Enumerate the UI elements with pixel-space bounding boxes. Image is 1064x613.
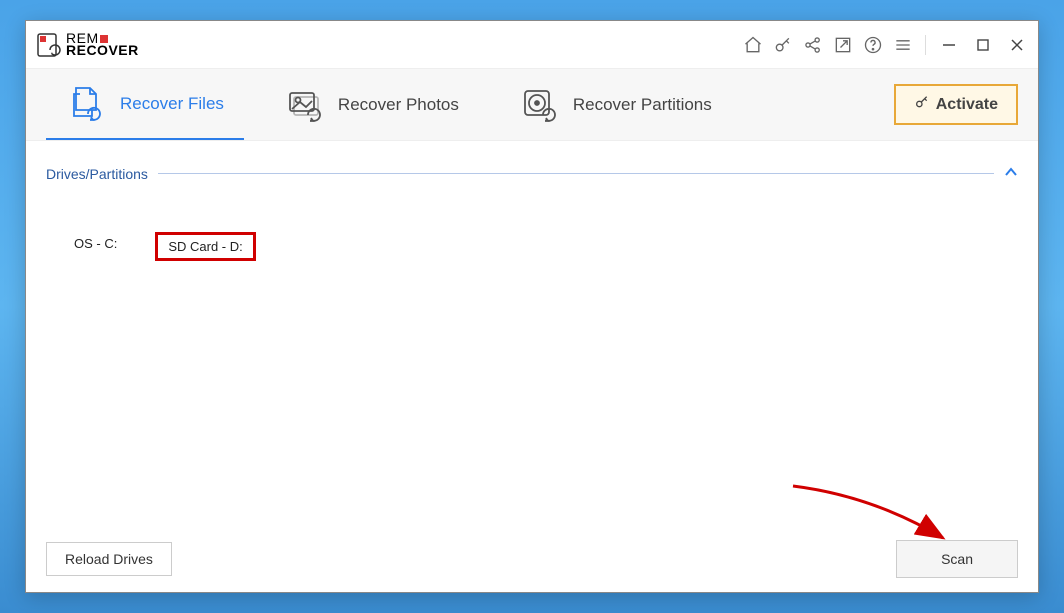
activate-label: Activate bbox=[936, 96, 998, 114]
drive-item-os-c[interactable]: OS - C: bbox=[66, 232, 125, 261]
logo-icon bbox=[36, 32, 62, 58]
tab-label: Recover Partitions bbox=[573, 95, 712, 115]
bottom-bar: Reload Drives Scan bbox=[46, 532, 1018, 578]
help-icon[interactable] bbox=[861, 33, 885, 57]
photos-icon bbox=[284, 85, 324, 125]
files-icon bbox=[66, 84, 106, 124]
drive-item-sd-card-d[interactable]: SD Card - D: bbox=[155, 232, 255, 261]
home-icon[interactable] bbox=[741, 33, 765, 57]
minimize-button[interactable] bbox=[938, 34, 960, 56]
key-icon[interactable] bbox=[771, 33, 795, 57]
content-area: Drives/Partitions OS - C: SD Card - D: bbox=[26, 141, 1038, 592]
close-button[interactable] bbox=[1006, 34, 1028, 56]
drives-list: OS - C: SD Card - D: bbox=[46, 232, 1018, 261]
divider bbox=[158, 173, 994, 174]
activate-button[interactable]: Activate bbox=[894, 84, 1018, 125]
app-logo: rem RECOVER bbox=[36, 32, 139, 58]
drive-label: OS - C: bbox=[74, 236, 117, 251]
button-label: Scan bbox=[941, 551, 973, 567]
scan-button[interactable]: Scan bbox=[896, 540, 1018, 578]
collapse-chevron-icon[interactable] bbox=[1004, 165, 1018, 182]
partitions-icon bbox=[519, 85, 559, 125]
share-icon[interactable] bbox=[801, 33, 825, 57]
titlebar: rem RECOVER bbox=[26, 21, 1038, 69]
section-header: Drives/Partitions bbox=[46, 165, 1018, 182]
key-icon bbox=[914, 94, 930, 115]
maximize-button[interactable] bbox=[972, 34, 994, 56]
toolbar-icons bbox=[741, 33, 930, 57]
logo-text: rem RECOVER bbox=[66, 33, 139, 57]
menu-icon[interactable] bbox=[891, 33, 915, 57]
tab-recover-files[interactable]: Recover Files bbox=[46, 69, 244, 140]
tab-label: Recover Files bbox=[120, 94, 224, 114]
tab-recover-partitions[interactable]: Recover Partitions bbox=[499, 69, 732, 140]
reload-drives-button[interactable]: Reload Drives bbox=[46, 542, 172, 576]
section-title: Drives/Partitions bbox=[46, 166, 148, 182]
external-link-icon[interactable] bbox=[831, 33, 855, 57]
window-controls bbox=[938, 34, 1028, 56]
app-window: rem RECOVER bbox=[25, 20, 1039, 593]
tab-recover-photos[interactable]: Recover Photos bbox=[264, 69, 479, 140]
tab-label: Recover Photos bbox=[338, 95, 459, 115]
button-label: Reload Drives bbox=[65, 551, 153, 567]
tabbar: Recover Files Recover Photos bbox=[26, 69, 1038, 141]
drive-label: SD Card - D: bbox=[168, 239, 242, 254]
